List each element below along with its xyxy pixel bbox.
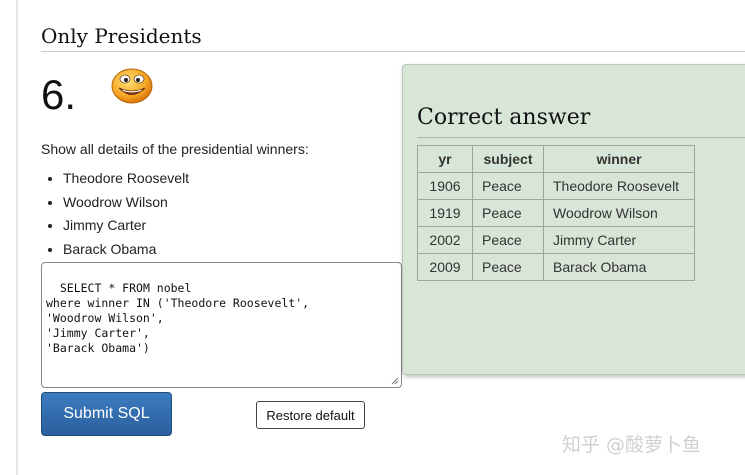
submit-sql-button[interactable]: Submit SQL (41, 392, 172, 436)
cell-subject: Peace (472, 226, 544, 254)
watermark: 知乎 @酸萝卜鱼 (562, 434, 702, 456)
cell-subject: Peace (472, 253, 544, 281)
correct-answer-panel: Correct answer yr subject winner 1906 Pe… (402, 64, 745, 375)
cell-winner: Woodrow Wilson (543, 199, 695, 227)
table-row: 1906 Peace Theodore Roosevelt (417, 172, 695, 200)
table-row: 2009 Peace Barack Obama (417, 253, 695, 281)
title-divider (41, 51, 745, 52)
table-header-row: yr subject winner (417, 145, 695, 173)
column-header-subject: subject (472, 145, 544, 173)
left-border (16, 0, 18, 475)
sql-editor-text[interactable]: SELECT * FROM nobel where winner IN ('Th… (46, 281, 309, 355)
table-row: 1919 Peace Woodrow Wilson (417, 199, 695, 227)
sql-editor[interactable]: SELECT * FROM nobel where winner IN ('Th… (41, 262, 402, 388)
cell-yr: 2002 (417, 226, 473, 254)
question-number: 6. (41, 71, 77, 118)
column-header-yr: yr (417, 145, 473, 173)
list-item: Jimmy Carter (63, 215, 189, 239)
list-item: Theodore Roosevelt (63, 168, 189, 192)
question-prompt: Show all details of the presidential win… (41, 141, 309, 157)
answer-divider (417, 137, 745, 138)
cell-yr: 1906 (417, 172, 473, 200)
cell-yr: 2009 (417, 253, 473, 281)
expected-winners-list: Theodore Roosevelt Woodrow Wilson Jimmy … (41, 168, 189, 262)
table-row: 2002 Peace Jimmy Carter (417, 226, 695, 254)
list-item: Barack Obama (63, 239, 189, 263)
cell-subject: Peace (472, 199, 544, 227)
answer-title: Correct answer (417, 105, 591, 130)
column-header-winner: winner (543, 145, 695, 173)
cell-subject: Peace (472, 172, 544, 200)
cell-winner: Theodore Roosevelt (543, 172, 695, 200)
list-item: Woodrow Wilson (63, 192, 189, 216)
restore-default-button[interactable]: Restore default (256, 401, 365, 429)
answer-table: yr subject winner 1906 Peace Theodore Ro… (417, 145, 695, 281)
cell-yr: 1919 (417, 199, 473, 227)
section-title: Only Presidents (41, 24, 202, 48)
resize-handle-icon[interactable] (391, 377, 399, 385)
cell-winner: Jimmy Carter (543, 226, 695, 254)
smiley-icon (111, 68, 153, 104)
cell-winner: Barack Obama (543, 253, 695, 281)
